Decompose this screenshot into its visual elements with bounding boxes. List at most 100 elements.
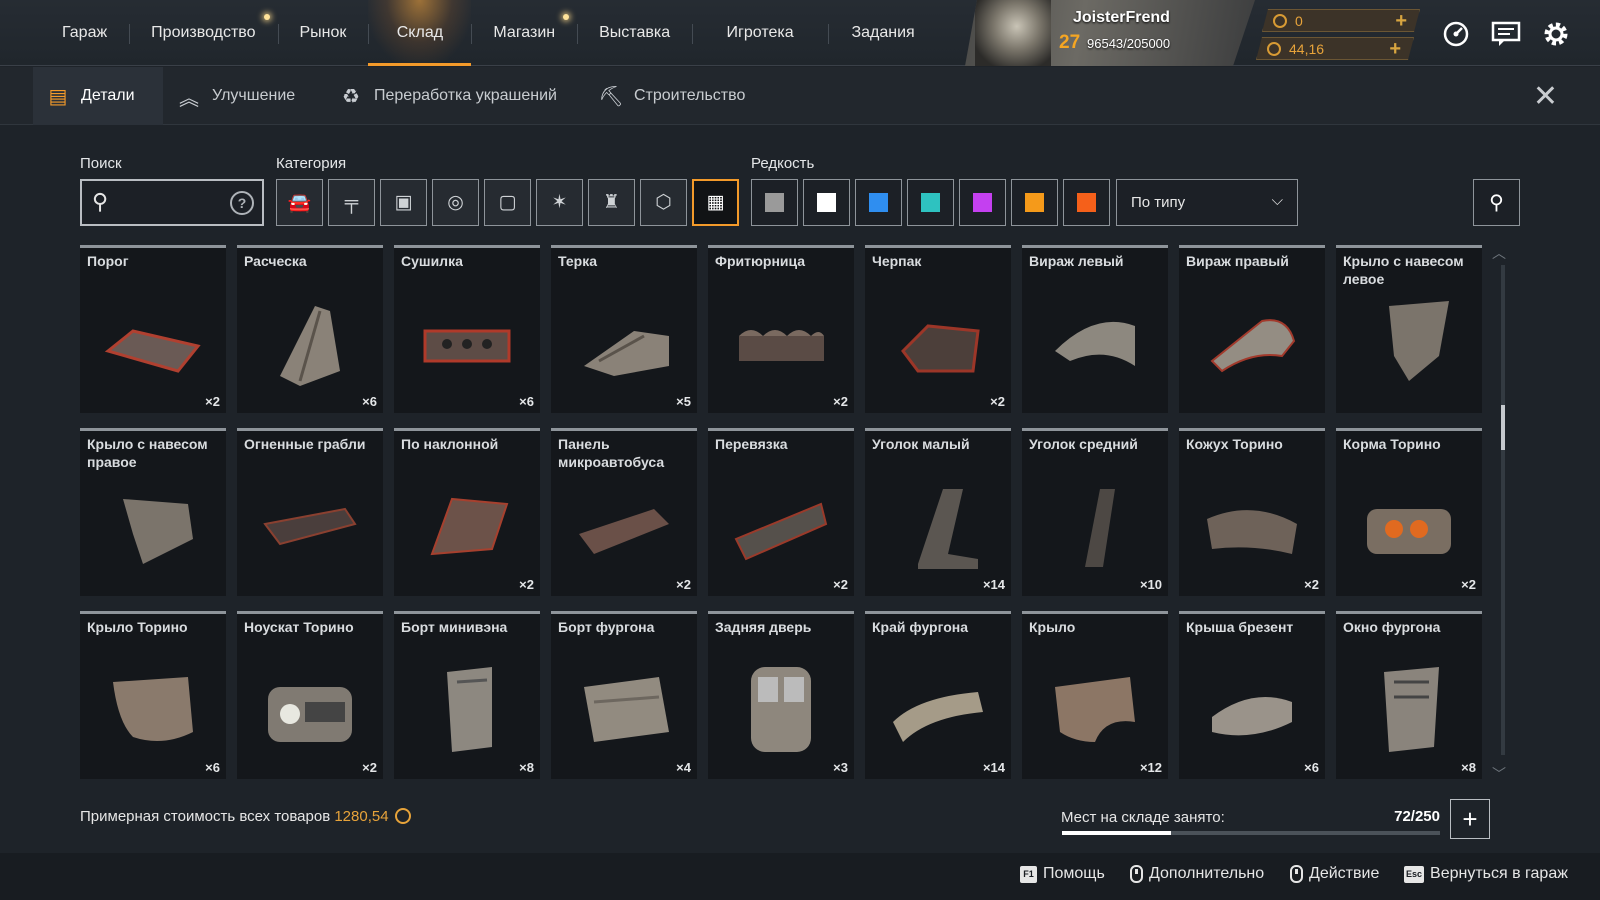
category-resources-button[interactable]: ⬡ <box>640 179 687 226</box>
category-cars-button[interactable]: 🚘 <box>276 179 323 226</box>
category-paint-button[interactable]: ♜ <box>588 179 635 226</box>
tab-details[interactable]: ▤ Детали <box>33 67 163 125</box>
recycling-icon: ♻ <box>342 85 360 108</box>
back-to-garage-hotkey[interactable]: Esc Вернуться в гараж <box>1404 865 1568 883</box>
item-quantity: ×14 <box>982 760 1005 775</box>
settings-gear-icon[interactable] <box>1540 18 1572 50</box>
items-grid: Порог ×2 Расческа ×6 Сушилка ×6 Терка ×5 Фритюрн… <box>80 245 1483 779</box>
rarity-filter-button[interactable] <box>803 179 850 226</box>
sort-value: По типу <box>1131 194 1186 211</box>
item-card[interactable]: Расческа ×6 <box>237 245 383 413</box>
rarity-swatch <box>1077 193 1096 212</box>
item-name: Борт фургона <box>558 619 655 635</box>
search-input[interactable] <box>122 189 222 217</box>
item-thumbnail <box>260 662 360 752</box>
item-card[interactable]: Борт минивэна ×8 <box>394 611 540 779</box>
item-card[interactable]: Терка ×5 <box>551 245 697 413</box>
rarity-filter-button[interactable] <box>959 179 1006 226</box>
item-card[interactable]: Уголок малый ×14 <box>865 428 1011 596</box>
f1-key-icon: F1 <box>1020 865 1037 883</box>
category-wheels-button[interactable]: ◎ <box>432 179 479 226</box>
nav-item[interactable]: Гараж <box>40 0 129 66</box>
item-card[interactable]: Черпак ×2 <box>865 245 1011 413</box>
item-quantity: ×14 <box>982 577 1005 592</box>
add-crystals-button[interactable]: + <box>1389 38 1401 60</box>
category-all-button[interactable]: ▦ <box>692 179 739 226</box>
scroll-down-icon[interactable]: ﹀ <box>1492 764 1506 784</box>
close-icon[interactable]: ✕ <box>1533 79 1558 114</box>
category-modules-button[interactable]: ▣ <box>380 179 427 226</box>
tab-upgrade[interactable]: ︽ Улучшение <box>176 67 295 125</box>
item-card[interactable]: Крыло ×12 <box>1022 611 1168 779</box>
item-name: Уголок средний <box>1029 436 1138 452</box>
chat-icon[interactable] <box>1490 18 1522 50</box>
item-card[interactable]: Кожух Торино ×2 <box>1179 428 1325 596</box>
rarity-label: Редкость <box>751 155 815 172</box>
nav-item[interactable]: Игротека <box>692 0 828 66</box>
more-hotkey[interactable]: Дополнительно <box>1130 865 1264 883</box>
total-cost: Примерная стоимость всех товаров 1280,54 <box>80 808 411 825</box>
item-card[interactable]: Порог ×2 <box>80 245 226 413</box>
reset-filters-button[interactable]: ⚲ <box>1473 179 1520 226</box>
sort-dropdown[interactable]: По типу ⌵ <box>1116 179 1298 226</box>
item-quantity: ×12 <box>1139 760 1162 775</box>
rarity-filter-button[interactable] <box>751 179 798 226</box>
category-frames-button[interactable]: ▢ <box>484 179 531 226</box>
item-card[interactable]: Крыло Торино ×6 <box>80 611 226 779</box>
help-icon[interactable]: ? <box>230 191 254 215</box>
item-name: Перевязка <box>715 436 788 452</box>
rarity-filter-button[interactable] <box>1063 179 1110 226</box>
rarity-filter-button[interactable] <box>855 179 902 226</box>
item-card[interactable]: Борт фургона ×4 <box>551 611 697 779</box>
scroll-up-icon[interactable]: ︿ <box>1492 243 1506 263</box>
item-card[interactable]: Корма Торино ×2 <box>1336 428 1482 596</box>
item-card[interactable]: Вираж правый <box>1179 245 1325 413</box>
tab-decor-recycling[interactable]: ♻ Переработка украшений <box>338 67 557 125</box>
add-coins-button[interactable]: + <box>1395 10 1407 32</box>
expand-storage-button[interactable]: + <box>1450 799 1490 839</box>
nav-item[interactable]: Магазин <box>471 0 577 66</box>
rarity-filter-button[interactable] <box>1011 179 1058 226</box>
item-card[interactable]: Ноускат Торино ×2 <box>237 611 383 779</box>
item-name: Крыло <box>1029 619 1076 635</box>
item-quantity: ×2 <box>519 577 534 592</box>
item-card[interactable]: Окно фургона ×8 <box>1336 611 1482 779</box>
item-card[interactable]: Сушилка ×6 <box>394 245 540 413</box>
nav-item[interactable]: Склад <box>368 0 472 66</box>
item-card[interactable]: Крыло с навесом левое <box>1336 245 1482 413</box>
category-decor-button[interactable]: ✶ <box>536 179 583 226</box>
item-card[interactable]: Крыша брезент ×6 <box>1179 611 1325 779</box>
notification-dot <box>563 14 570 20</box>
rarity-filter-button[interactable] <box>907 179 954 226</box>
help-hotkey[interactable]: F1 Помощь <box>1020 865 1105 883</box>
category-weapons-button[interactable]: ╤ <box>328 179 375 226</box>
item-card[interactable]: Вираж левый <box>1022 245 1168 413</box>
item-quantity: ×5 <box>676 394 691 409</box>
item-card[interactable]: Фритюрница ×2 <box>708 245 854 413</box>
item-name: Панель микроавтобуса <box>558 436 665 470</box>
item-card[interactable]: Перевязка ×2 <box>708 428 854 596</box>
nav-item[interactable]: Задания <box>828 0 938 66</box>
item-quantity: ×2 <box>1304 577 1319 592</box>
item-card[interactable]: Огненные грабли <box>237 428 383 596</box>
item-name: Край фургона <box>872 619 969 635</box>
scrollbar-thumb[interactable] <box>1501 405 1505 450</box>
player-profile[interactable]: JoisterFrend 27 96543/205000 <box>965 0 1255 66</box>
item-card[interactable]: Задняя дверь ×3 <box>708 611 854 779</box>
action-hotkey[interactable]: Действие <box>1290 865 1379 883</box>
item-card[interactable]: Край фургона ×14 <box>865 611 1011 779</box>
item-card[interactable]: Панель микроавтобуса ×2 <box>551 428 697 596</box>
scrollbar[interactable] <box>1501 265 1505 755</box>
item-card[interactable]: Уголок средний ×10 <box>1022 428 1168 596</box>
tab-construction[interactable]: ⛏ Строительство <box>598 67 745 125</box>
speedometer-icon[interactable] <box>1440 18 1472 50</box>
item-card[interactable]: По наклонной ×2 <box>394 428 540 596</box>
item-thumbnail <box>1359 296 1459 386</box>
action-hotkey-label: Действие <box>1309 865 1380 882</box>
nav-item[interactable]: Выставка <box>577 0 692 66</box>
total-cost-label: Примерная стоимость всех товаров <box>80 808 331 825</box>
nav-item[interactable]: Производство <box>129 0 277 66</box>
hotkey-bar: F1 Помощь Дополнительно Действие Esc Вер… <box>0 853 1600 900</box>
nav-item[interactable]: Рынок <box>277 0 369 66</box>
item-card[interactable]: Крыло с навесом правое <box>80 428 226 596</box>
